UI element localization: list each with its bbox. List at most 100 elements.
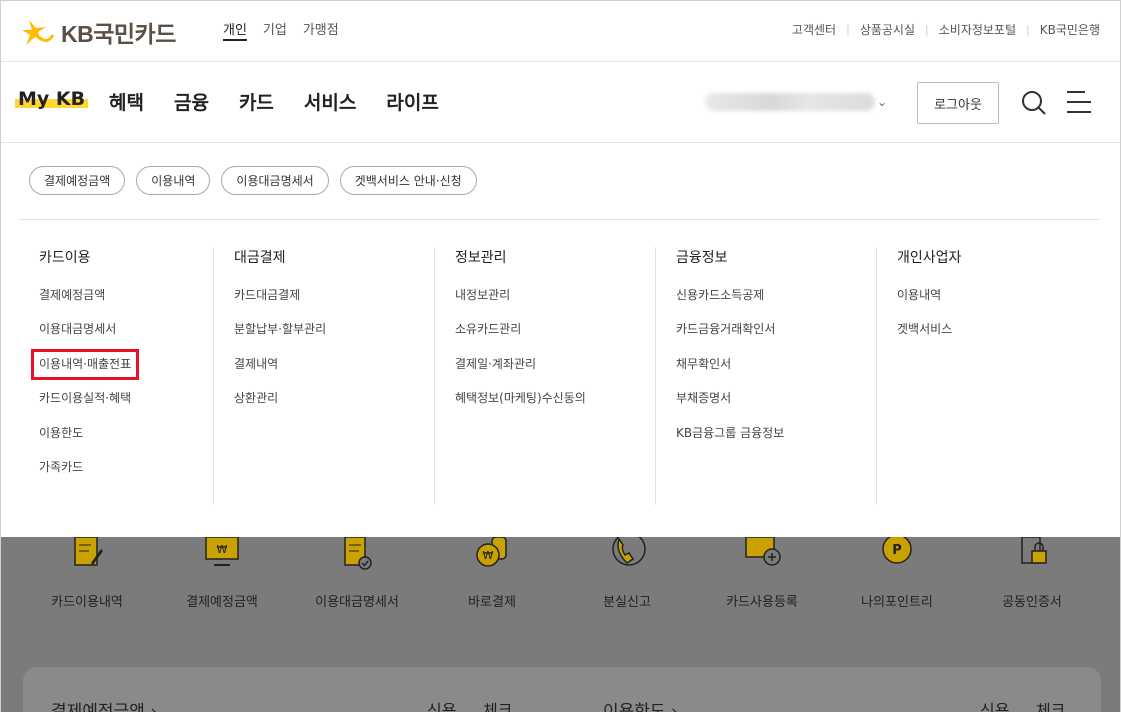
column-title: 금융정보 (676, 250, 728, 266)
menu-link[interactable]: 겟백서비스 (897, 322, 952, 336)
menu-link[interactable]: 결제일·계좌관리 (455, 357, 536, 371)
svg-text:P: P (892, 543, 902, 558)
mykb-label: My KB (18, 88, 86, 110)
menu-link[interactable]: KB금융그룹 금융정보 (676, 426, 784, 440)
tab-credit[interactable]: 신용 (427, 697, 456, 712)
chip-getback-service[interactable]: 겟백서비스 안내·신청 (339, 166, 477, 195)
gnb-finance[interactable]: 금융 (174, 88, 209, 115)
menu-link[interactable]: 카드대금결제 (234, 288, 300, 302)
menu-link[interactable]: 카드금융거래확인서 (676, 322, 775, 336)
util-link-consumer-portal[interactable]: 소비자정보포털 (939, 21, 1016, 38)
payment-due-title[interactable]: 결제예정금액 › (51, 697, 157, 712)
menu-link[interactable]: 이용내역 (897, 288, 941, 302)
coin-stack-icon: ₩ (472, 537, 512, 573)
chip-usage-history[interactable]: 이용내역 (136, 166, 211, 195)
quick-label: 카드이용내역 (51, 595, 123, 610)
gnb-service[interactable]: 서비스 (304, 88, 356, 115)
util-separator: | (1026, 23, 1030, 36)
svg-text:₩: ₩ (483, 549, 494, 562)
quick-report-lost[interactable]: 분실신고 (557, 537, 697, 610)
gnb-life[interactable]: 라이프 (386, 88, 438, 115)
util-separator: | (846, 23, 850, 36)
quick-instant-pay[interactable]: ₩ 바로결제 (422, 537, 562, 610)
util-link-product-disclosure[interactable]: 상품공시실 (860, 21, 915, 38)
logout-button[interactable]: 로그아웃 (917, 82, 999, 124)
column-payment: 대금결제 카드대금결제 분할납부·할부관리 결제내역 상환관리 (214, 247, 435, 505)
mykb-menu[interactable]: My KB (18, 88, 85, 110)
menu-link[interactable]: 상환관리 (234, 391, 278, 405)
search-icon[interactable] (1021, 90, 1047, 116)
kb-logo[interactable]: KB국민카드 (19, 15, 176, 49)
menu-link[interactable]: 부채증명서 (676, 391, 731, 405)
menu-link[interactable]: 신용카드소득공제 (676, 288, 764, 302)
quick-label: 분실신고 (603, 595, 651, 610)
tab-check[interactable]: 체크 (1036, 697, 1065, 712)
summary-card: 결제예정금액 › 신용 체크 이용한도 › 신용 체크 (23, 667, 1101, 712)
menu-link[interactable]: 혜택정보(마케팅)수신동의 (455, 391, 586, 405)
chip-billing-statement[interactable]: 이용대금명세서 (221, 166, 329, 195)
phone-call-icon (607, 537, 647, 573)
menu-link[interactable]: 가족카드 (39, 460, 83, 474)
top-utility-bar: KB국민카드 개인 기업 가맹점 고객센터 | 상품공시실 | 소비자정보포털 … (1, 1, 1120, 62)
column-title: 대금결제 (234, 250, 286, 266)
chevron-down-icon[interactable]: ⌄ (877, 95, 887, 109)
menu-link[interactable]: 소유카드관리 (455, 322, 521, 336)
quick-my-pointree[interactable]: P 나의포인트리 (827, 537, 967, 610)
chip-payment-due[interactable]: 결제예정금액 (29, 166, 126, 195)
quick-card-register[interactable]: 카드사용등록 (692, 537, 832, 610)
menu-link[interactable]: 이용한도 (39, 426, 83, 440)
dimmed-page-overlay: 카드이용내역 ₩ 결제예정금액 이용대금명세서 ₩ 바로결제 분실신고 카드사용… (1, 537, 1120, 712)
quick-certificate[interactable]: 공동인증서 (962, 537, 1102, 610)
tab-check[interactable]: 체크 (483, 697, 512, 712)
gnb-card[interactable]: 카드 (239, 88, 274, 115)
quick-label: 결제예정금액 (186, 595, 258, 610)
menu-link[interactable]: 결제내역 (234, 357, 278, 371)
segment-merchant[interactable]: 가맹점 (303, 19, 339, 38)
segment-business[interactable]: 기업 (263, 19, 287, 38)
menu-link[interactable]: 이용대금명세서 (39, 322, 116, 336)
blurred-user-info[interactable] (705, 93, 875, 111)
menu-link[interactable]: 결제예정금액 (39, 288, 105, 302)
quick-label: 공동인증서 (1002, 595, 1062, 610)
menu-link[interactable]: 채무확인서 (676, 357, 731, 371)
util-link-customer-center[interactable]: 고객센터 (792, 21, 836, 38)
usage-limit-title[interactable]: 이용한도 › (603, 697, 678, 712)
menu-link-highlighted[interactable]: 이용내역·매출전표 (30, 348, 140, 380)
quick-label: 나의포인트리 (861, 595, 933, 610)
quick-payment-due[interactable]: ₩ 결제예정금액 (152, 537, 292, 610)
column-title: 정보관리 (455, 250, 507, 266)
quick-label: 바로결제 (468, 595, 516, 610)
utility-links: 고객센터 | 상품공시실 | 소비자정보포털 | KB국민은행 (792, 21, 1100, 38)
divider (19, 219, 1100, 220)
customer-segment-tabs: 개인 기업 가맹점 (223, 19, 339, 38)
document-check-icon (337, 537, 377, 573)
menu-columns: 카드이용 결제예정금액 이용대금명세서 이용내역·매출전표 카드이용실적·혜택 … (19, 247, 1098, 505)
brand-name: KB국민카드 (61, 21, 176, 47)
tab-credit[interactable]: 신용 (980, 697, 1009, 712)
quick-label: 이용대금명세서 (315, 595, 399, 610)
svg-text:₩: ₩ (217, 543, 228, 556)
util-separator: | (925, 23, 929, 36)
quick-label: 카드사용등록 (726, 595, 798, 610)
menu-link[interactable]: 분할납부·할부관리 (234, 322, 326, 336)
quick-chips: 결제예정금액 이용내역 이용대금명세서 겟백서비스 안내·신청 (29, 166, 477, 195)
quick-billing-statement[interactable]: 이용대금명세서 (287, 537, 427, 610)
kb-star-icon (19, 17, 55, 47)
column-financial-info: 금융정보 신용카드소득공제 카드금융거래확인서 채무확인서 부채증명서 KB금융… (656, 247, 877, 505)
column-title: 개인사업자 (897, 250, 962, 266)
document-lock-icon (1012, 537, 1052, 573)
gnb-benefits[interactable]: 혜택 (109, 88, 144, 115)
segment-personal[interactable]: 개인 (223, 19, 247, 38)
document-pen-icon (67, 537, 107, 573)
gnb-menu: 혜택 금융 카드 서비스 라이프 (109, 88, 439, 115)
hamburger-menu-icon[interactable] (1067, 91, 1093, 115)
column-info-management: 정보관리 내정보관리 소유카드관리 결제일·계좌관리 혜택정보(마케팅)수신동의 (435, 247, 656, 505)
card-plus-icon (742, 537, 782, 573)
menu-link[interactable]: 내정보관리 (455, 288, 510, 302)
column-title: 카드이용 (39, 250, 91, 266)
menu-link[interactable]: 카드이용실적·혜택 (39, 391, 131, 405)
util-link-kb-bank[interactable]: KB국민은행 (1040, 21, 1100, 38)
point-coin-icon: P (877, 537, 917, 573)
quick-card-usage[interactable]: 카드이용내역 (17, 537, 157, 610)
monitor-won-icon: ₩ (202, 537, 242, 573)
